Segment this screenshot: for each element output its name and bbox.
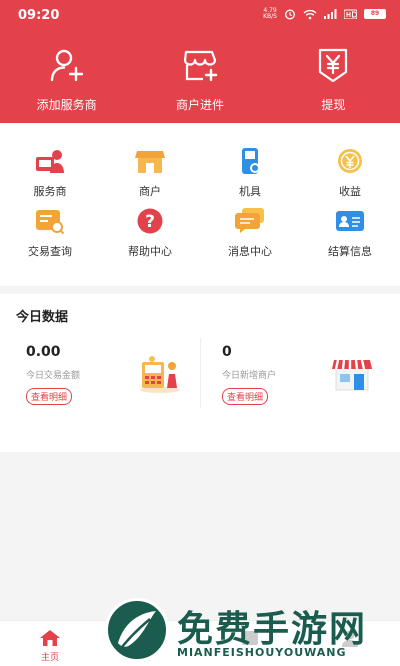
amount-detail-button[interactable]: 查看明细 [26,388,73,405]
today-amount-stat: 0.00 今日交易金额 查看明细 [26,344,80,414]
home-icon [40,630,60,646]
today-data-title: 今日数据 [16,310,69,325]
watermark-leaf-icon [118,611,156,648]
stats-divider [200,338,201,408]
merchant-onboarding-button[interactable]: 商户进件 [133,46,266,113]
grid-item-message-center[interactable]: 消息中心 [200,207,300,267]
grid-item-settlement-info[interactable]: 结算信息 [300,207,400,267]
grid-item-pos-device[interactable]: 机具 [200,147,300,207]
grid-label: 服务商 [33,185,67,198]
today-amount-label: 今日交易金额 [26,371,81,381]
alarm-icon [285,9,295,20]
function-grid-panel: 服务商 商户 机具 收益 交易查询 ? 帮助中心 消息中心 结算信息 [0,123,400,286]
grid-item-service-provider[interactable]: 服务商 [0,147,100,207]
shop-illustration-icon [332,359,372,391]
withdraw-button[interactable]: 提现 [267,46,400,113]
grid-item-help-center[interactable]: ? 帮助中心 [100,207,200,267]
wifi-icon [303,9,317,19]
tab-home[interactable]: 主页 [0,621,100,666]
today-amount-value: 0.00 [26,344,61,360]
status-time: 09:20 [18,8,60,23]
add-provider-label: 添加服务商 [36,98,97,112]
grid-label: 交易查询 [28,245,72,258]
add-user-icon [50,49,83,82]
pos-device-icon [234,147,266,175]
merchants-detail-button[interactable]: 查看明细 [222,388,269,405]
today-merchants-label: 今日新增商户 [222,371,277,381]
transaction-search-icon [34,207,66,235]
grid-item-transaction-search[interactable]: 交易查询 [0,207,100,267]
grid-label: 收益 [339,185,361,198]
today-merchants-value: 0 [222,344,232,360]
app-header: 09:20 4.79 KB/S 89 添加服务商 商户进件 提现 [0,0,400,123]
today-data-panel: 今日数据 0.00 今日交易金额 查看明细 0 今日新增商户 查看明细 [0,294,400,452]
merchant-icon [134,147,166,175]
cashier-illustration-icon [140,356,180,393]
hd-signal-icon [344,9,357,19]
grid-label: 消息中心 [228,245,272,258]
service-provider-icon [34,147,66,175]
grid-item-merchant[interactable]: 商户 [100,147,200,207]
message-icon [234,207,266,235]
signal-icon [324,9,337,19]
top-actions: 添加服务商 商户进件 提现 [0,46,400,113]
watermark-logo [105,598,169,662]
status-bar: 09:20 4.79 KB/S 89 [0,0,400,32]
site-watermark: 免费手游网 MIANFEISHOUYOUWANG [105,598,395,664]
grid-item-earnings[interactable]: 收益 [300,147,400,207]
watermark-subtitle: MIANFEISHOUYOUWANG [177,646,347,659]
add-provider-button[interactable]: 添加服务商 [0,46,133,113]
tab-home-label: 主页 [40,653,59,663]
grid-label: 机具 [239,185,261,198]
svg-text:?: ? [145,212,155,232]
store-add-icon [183,50,218,82]
grid-label: 结算信息 [328,245,372,258]
status-icons: 4.79 KB/S 89 [263,8,386,20]
today-merchants-stat: 0 今日新增商户 查看明细 [222,344,276,414]
yuan-withdraw-icon [319,48,348,83]
withdraw-label: 提现 [321,98,346,112]
earnings-icon [334,147,366,175]
grid-label: 商户 [139,185,161,198]
merchant-onboarding-label: 商户进件 [175,98,224,112]
settlement-card-icon [334,207,366,235]
help-icon: ? [134,207,166,235]
watermark-title: 免费手游网 [177,609,368,650]
network-speed: 4.79 KB/S [263,7,277,20]
grid-label: 帮助中心 [128,245,172,258]
function-grid: 服务商 商户 机具 收益 交易查询 ? 帮助中心 消息中心 结算信息 [0,123,400,267]
battery-indicator: 89 [364,9,386,19]
